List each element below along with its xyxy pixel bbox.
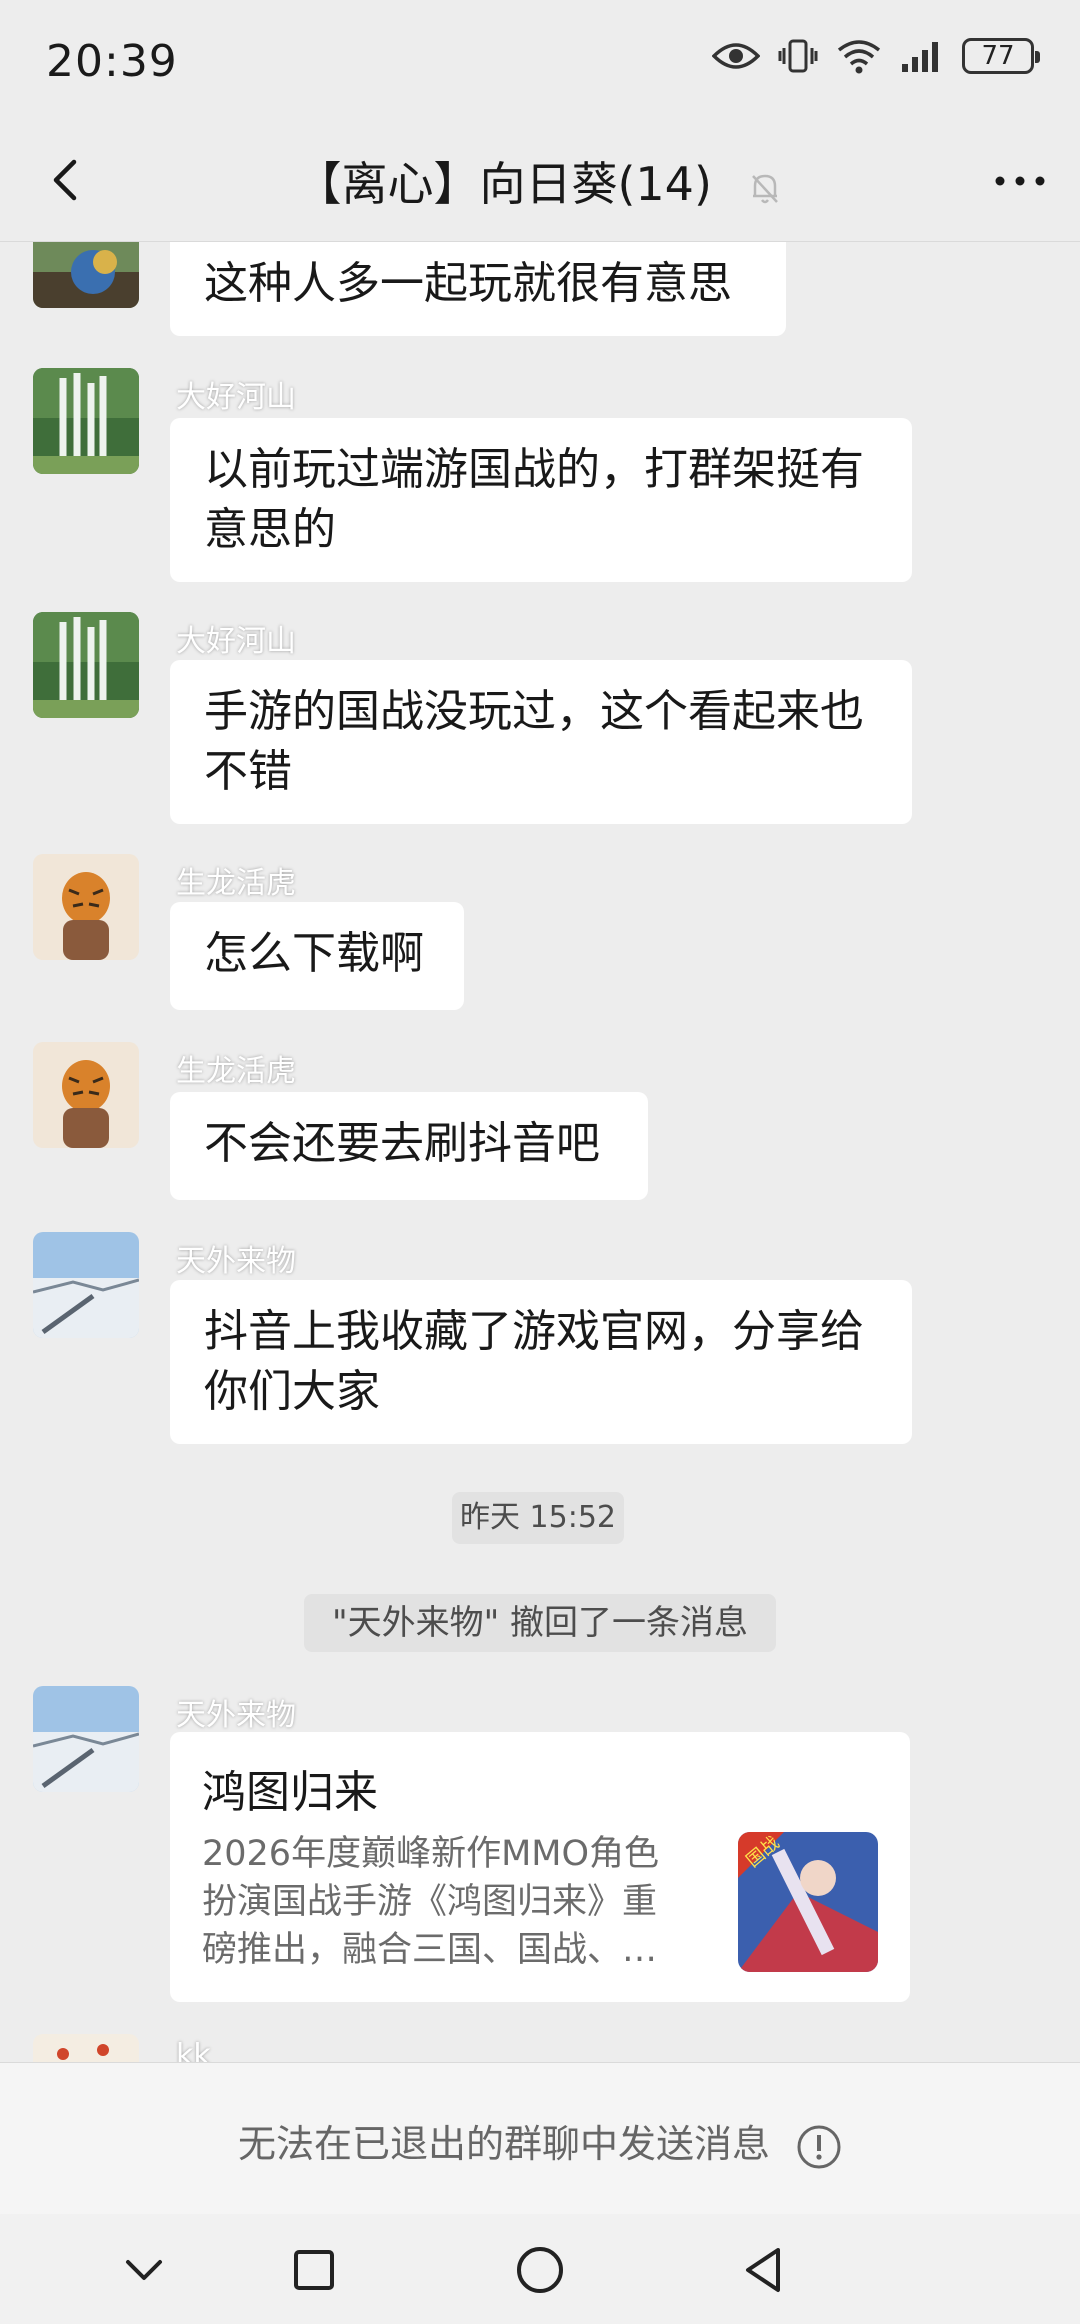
link-card[interactable]: 鸿图归来 2026年度巅峰新作MMO角色扮演国战手游《鸿图归来》重磅推出，融合三…: [170, 1732, 910, 2002]
avatar[interactable]: [33, 1232, 139, 1338]
avatar[interactable]: [33, 854, 139, 960]
avatar[interactable]: [33, 612, 139, 718]
system-nav-bar: [0, 2214, 1080, 2324]
message-bubble[interactable]: 怎么下载啊: [170, 902, 464, 1010]
sender-name: kk: [176, 2038, 211, 2062]
status-bar: 20:39 77: [0, 0, 1080, 120]
sender-name: 天外来物: [176, 1244, 296, 1279]
avatar[interactable]: [33, 242, 139, 308]
time-divider: 昨天 15:52: [452, 1492, 624, 1544]
sender-name: 天外来物: [176, 1698, 296, 1733]
avatar[interactable]: [33, 1042, 139, 1148]
home-icon[interactable]: [510, 2240, 570, 2300]
sender-name: 大好河山: [176, 624, 296, 659]
wifi-icon: [837, 40, 881, 74]
chat-header: 【离心】向日葵(14): [0, 120, 1080, 242]
link-card-title: 鸿图归来: [202, 1767, 378, 1818]
collapse-nav-icon[interactable]: [114, 2240, 174, 2300]
avatar[interactable]: [33, 1686, 139, 1792]
message-bubble[interactable]: 手游的国战没玩过，这个看起来也不错: [170, 660, 912, 824]
recall-notice: "天外来物" 撤回了一条消息: [304, 1594, 776, 1652]
link-card-thumbnail: 国战: [738, 1832, 878, 1972]
more-options-icon[interactable]: [990, 156, 1050, 206]
battery-level: 77: [981, 41, 1015, 71]
avatar[interactable]: [33, 2034, 139, 2062]
chat-title: 【离心】向日葵(14): [295, 157, 712, 211]
sender-name: 生龙活虎: [176, 1054, 296, 1089]
sender-name: 大好河山: [176, 380, 296, 415]
recents-icon[interactable]: [284, 2240, 344, 2300]
message-bubble[interactable]: 抖音上我收藏了游戏官网，分享给你们大家: [170, 1280, 912, 1444]
signal-icon: [902, 42, 938, 72]
status-time: 20:39: [46, 36, 178, 87]
disabled-notice: 无法在已退出的群聊中发送消息: [237, 2122, 770, 2166]
mute-bell-icon: [751, 174, 778, 203]
avatar[interactable]: [33, 368, 139, 474]
message-bubble[interactable]: 不会还要去刷抖音吧: [170, 1092, 648, 1200]
back-triangle-icon[interactable]: [734, 2240, 794, 2300]
battery-icon: 77: [962, 38, 1040, 74]
info-icon[interactable]: [796, 2124, 842, 2170]
eye-icon: [712, 43, 760, 69]
vibrate-icon: [778, 39, 818, 73]
status-icons: 77: [712, 38, 1040, 74]
chat-title-row: 【离心】向日葵(14): [0, 148, 1080, 214]
link-card-description: 2026年度巅峰新作MMO角色扮演国战手游《鸿图归来》重磅推出，融合三国、国战、…: [202, 1834, 660, 1970]
input-disabled-bar: 无法在已退出的群聊中发送消息: [0, 2062, 1080, 2214]
message-bubble[interactable]: 以前玩过端游国战的，打群架挺有意思的: [170, 418, 912, 582]
sender-name: 生龙活虎: [176, 866, 296, 901]
message-bubble[interactable]: 这种人多一起玩就很有意思: [170, 242, 786, 336]
message-list[interactable]: 这种人多一起玩就很有意思 大好河山 以前玩过端游国战的，打群架挺有意思的 大好河…: [0, 242, 1080, 2062]
